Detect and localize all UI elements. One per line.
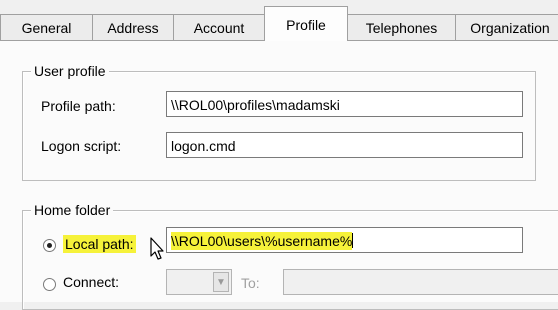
home-folder-group: Home folder Local path: \\ROL00\users\%u… [22,202,558,310]
local-path-label[interactable]: Local path: [63,235,136,253]
connect-label[interactable]: Connect: [63,274,119,290]
logon-script-field[interactable]: logon.cmd [166,132,523,158]
chevron-down-icon[interactable]: ▼ [213,272,229,292]
profile-panel: User profile Profile path: \\ROL00\profi… [0,41,558,310]
group-title: User profile [31,63,109,79]
connect-drive-dropdown[interactable]: ▼ [166,269,232,295]
profile-path-field[interactable]: \\ROL00\profiles\madamski [166,91,523,117]
user-profile-group: User profile Profile path: \\ROL00\profi… [22,63,536,181]
tab-profile[interactable]: Profile [264,6,348,41]
tab-general[interactable]: General [0,14,93,40]
tab-label: Address [107,19,159,36]
tab-label: Telephones [365,19,438,36]
connect-radio[interactable] [43,278,56,291]
mouse-pointer-icon [150,237,164,260]
local-path-field[interactable]: \\ROL00\users\%username% [166,227,523,253]
tab-address[interactable]: Address [92,14,174,40]
text-caret [352,233,354,248]
tab-label: Profile [286,17,326,33]
tab-telephones[interactable]: Telephones [347,14,456,40]
tab-label: General [21,19,72,36]
connect-to-field[interactable] [283,269,558,295]
tab-strip: General Address Account Profile Telephon… [0,0,558,41]
profile-path-label: Profile path: [41,98,116,114]
tab-account[interactable]: Account [173,14,265,40]
tab-label: Account [193,19,245,36]
tab-organization[interactable]: Organization [455,14,558,40]
to-label: To: [241,275,260,291]
tab-label: Organization [470,19,550,36]
local-path-value: \\ROL00\users\%username% [171,232,353,250]
group-title: Home folder [31,202,114,218]
logon-script-label: Logon script: [41,138,122,154]
local-path-radio[interactable] [43,239,56,252]
